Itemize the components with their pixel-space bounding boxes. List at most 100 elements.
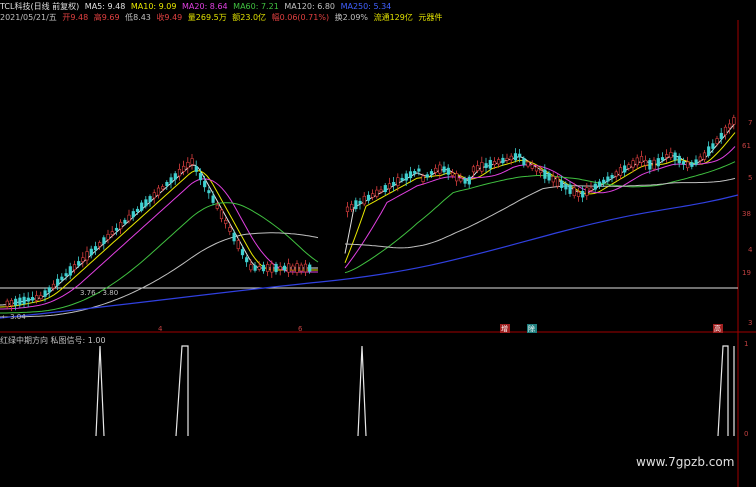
event-marker[interactable]: 除 <box>528 324 535 333</box>
candle-body <box>505 157 509 161</box>
event-marker[interactable]: 4 <box>158 325 163 333</box>
candle-body <box>564 184 568 190</box>
candle-body <box>723 126 728 136</box>
candle-body <box>518 153 522 158</box>
candle-body <box>266 264 270 272</box>
candle-body <box>354 200 358 210</box>
candle-body <box>589 187 593 191</box>
candle-body <box>303 263 308 273</box>
candle-body <box>144 199 148 207</box>
candle-body <box>51 283 56 289</box>
candle-body <box>530 164 534 169</box>
candle-body <box>68 266 72 276</box>
candle-body <box>623 165 627 173</box>
candle-body <box>560 180 564 188</box>
candle-body <box>81 257 85 262</box>
kline-chart[interactable]: 7 61 5 38 4 19 3 1 0 4 6 增 除 高 3.76 - 3.… <box>0 0 756 487</box>
axis-label: 3 <box>748 319 752 327</box>
candle-body <box>203 181 207 188</box>
candle-body <box>459 178 463 182</box>
candle-body <box>572 187 576 197</box>
candle-body <box>219 209 224 220</box>
candle-body <box>236 240 240 250</box>
candle-body <box>123 219 127 224</box>
candle-body <box>245 257 249 263</box>
candle-body <box>677 155 681 164</box>
indicator-axis-label: 0 <box>744 430 748 438</box>
candle-body <box>631 160 635 168</box>
left-price-label: ← 3.04 <box>2 313 26 321</box>
candle-body <box>711 143 715 149</box>
candle-body <box>9 300 14 306</box>
candle-body <box>614 171 618 177</box>
candle-body <box>694 159 698 165</box>
candle-body <box>366 194 371 201</box>
candle-body <box>35 295 39 301</box>
candle-body <box>476 165 480 171</box>
candle-body <box>669 152 673 158</box>
candle-body <box>467 176 471 185</box>
candle-body <box>383 185 387 193</box>
candle-body <box>270 263 274 273</box>
candle-body <box>93 246 98 251</box>
candle-body <box>707 146 711 156</box>
candle-body <box>161 186 165 190</box>
indicator-title[interactable]: 红绿中期方向 私图信号: 1.00 <box>0 336 106 346</box>
watermark: www.7gpzb.com <box>636 455 735 469</box>
candle-body <box>257 266 261 270</box>
candle-body <box>278 266 282 270</box>
candle-body <box>413 171 417 174</box>
candle-body <box>408 171 413 179</box>
candle-body <box>47 287 51 293</box>
candle-body <box>387 183 392 190</box>
right-axis-ticks: 7 61 5 38 4 19 3 1 0 <box>742 119 753 438</box>
candle-body <box>211 195 215 203</box>
candle-body <box>186 162 190 169</box>
event-marker[interactable]: 6 <box>298 325 303 333</box>
candle-body <box>534 166 539 172</box>
candle-body <box>274 263 278 273</box>
candle-body <box>371 193 375 198</box>
candle-body <box>442 166 446 173</box>
candle-body <box>261 264 266 272</box>
candle-body <box>173 173 177 180</box>
candle-body <box>43 290 47 297</box>
axis-label: 5 <box>748 174 752 182</box>
candle-body <box>22 296 26 305</box>
event-marker[interactable]: 高 <box>714 324 721 333</box>
signal-pulse <box>175 345 189 437</box>
candle-body <box>581 190 585 198</box>
candle-body <box>127 214 131 222</box>
candle-body <box>110 231 114 235</box>
candle-body <box>417 168 421 172</box>
candle-body <box>576 191 581 197</box>
candle-body <box>593 183 597 190</box>
candle-body <box>190 158 194 165</box>
candle-body <box>635 157 639 166</box>
candle-body <box>308 264 312 272</box>
candle-body <box>513 153 518 161</box>
low-price-label: 3.76 - 3.80 <box>80 289 118 297</box>
axis-label: 4 <box>748 246 753 254</box>
candle-body <box>606 176 610 182</box>
candle-body <box>375 189 379 197</box>
candle-body <box>299 264 303 272</box>
candle-body <box>585 187 589 196</box>
candle-body <box>497 159 501 165</box>
event-marker[interactable]: 增 <box>501 324 508 333</box>
candle-body <box>379 189 383 193</box>
signal-pulse <box>717 345 729 437</box>
axis-label: 61 <box>742 142 751 150</box>
ma5-line <box>0 123 736 306</box>
candle-body <box>702 152 707 160</box>
candle-body <box>618 167 623 176</box>
candle-body <box>551 176 555 183</box>
candle-body <box>119 221 123 230</box>
axis-label: 19 <box>742 269 751 277</box>
candle-body <box>114 227 119 231</box>
candle-body <box>400 177 404 181</box>
candle-body <box>345 206 350 212</box>
candle-body <box>165 182 169 186</box>
candle-body <box>282 265 287 271</box>
candle-body <box>177 169 182 177</box>
